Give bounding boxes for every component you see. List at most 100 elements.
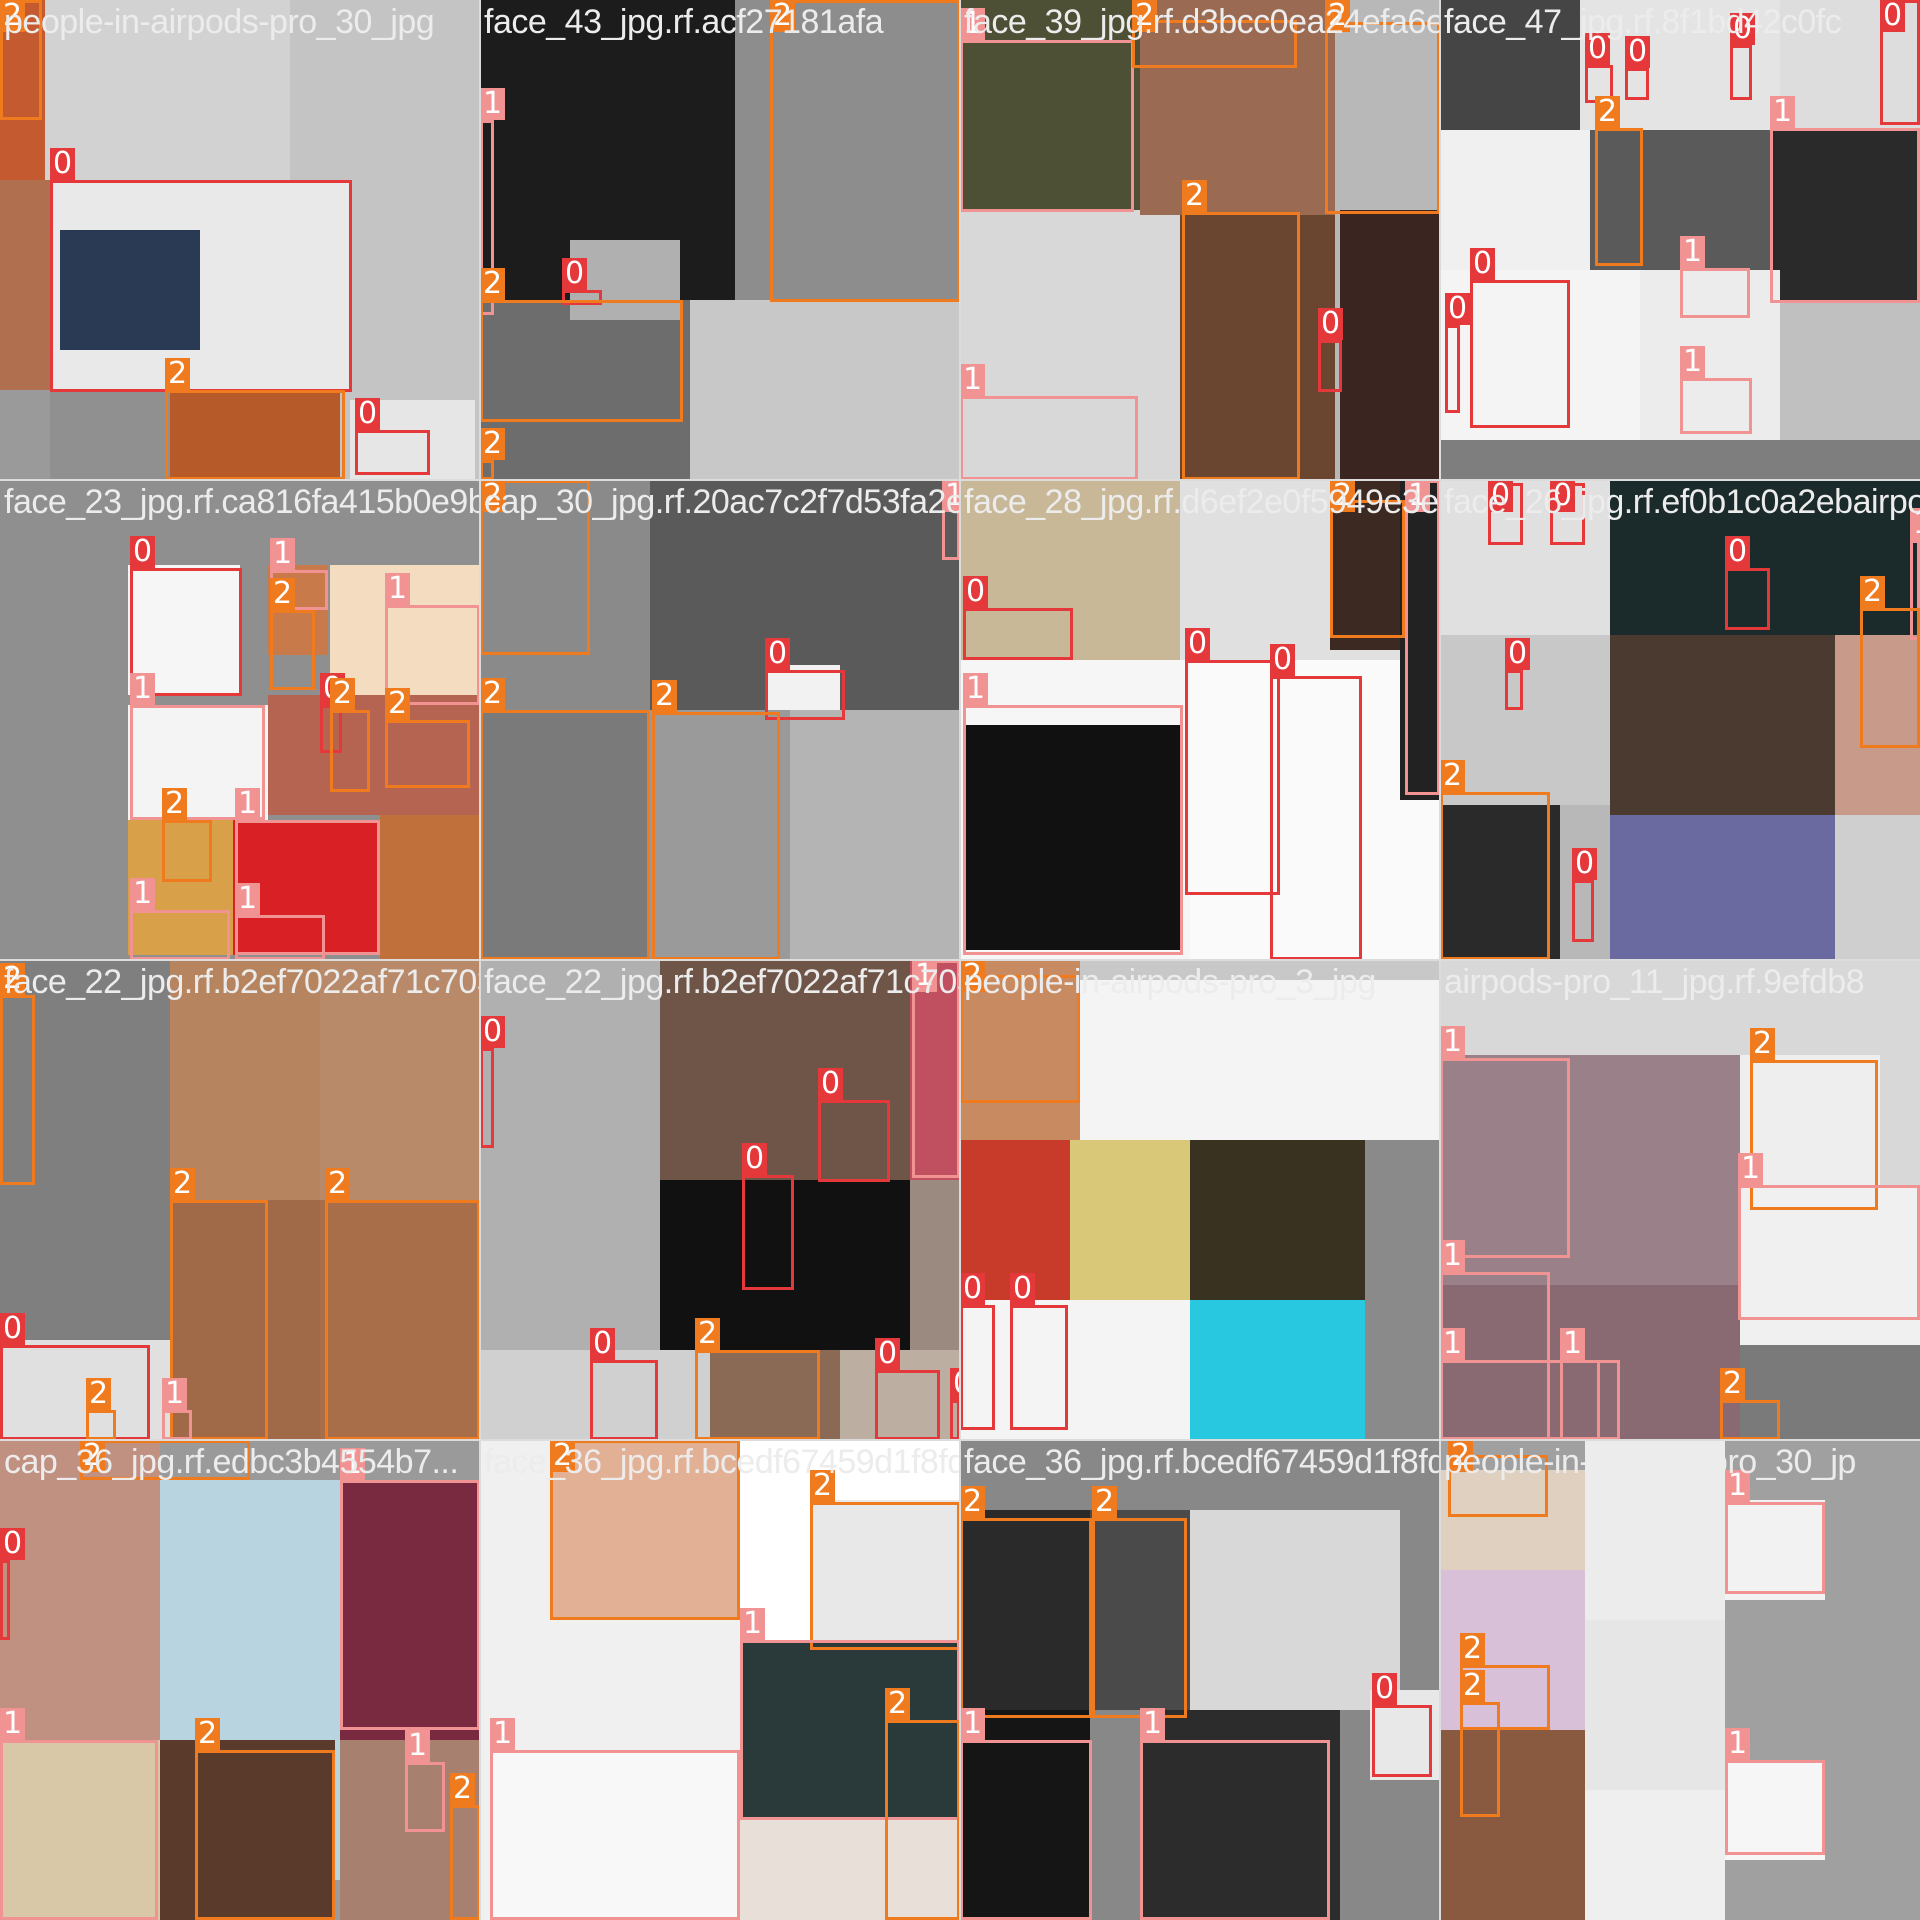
tile-filename: people-in-airpods-pro_30_jpg	[4, 3, 435, 41]
class-label: 2	[1440, 760, 1466, 792]
mosaic-tile: 22112face_36_jpg.rf.bcedf67459d1f8fd24_j…	[480, 1440, 960, 1920]
class-label: 1	[963, 673, 989, 705]
class-label: 0	[1372, 1673, 1398, 1705]
bounding-box	[480, 300, 683, 422]
class-label: 1	[270, 538, 296, 570]
image-patch	[1070, 1140, 1190, 1300]
image-patch	[1585, 1620, 1725, 1790]
bounding-box	[963, 608, 1073, 660]
image-patch	[1440, 130, 1590, 270]
bounding-box	[235, 915, 325, 960]
class-label: 1	[740, 1608, 766, 1640]
class-label: 1	[162, 1378, 188, 1410]
bounding-box	[960, 1518, 1092, 1718]
class-label: 2	[1720, 1368, 1746, 1400]
mosaic-tile: 2 1 0 1 2 1 2 cap_36_jpg.rf.edbc3b4554b7...	[0, 1440, 480, 1920]
image-patch	[1190, 1510, 1400, 1710]
class-label: 2	[960, 1486, 986, 1518]
bounding-box	[1270, 676, 1362, 960]
tile-filename: people-in-airpods-pro_30_jp	[1444, 1443, 1856, 1481]
tile-filename: face_22_jpg.rf.b2ef7022af71c7039b1c8373d…	[4, 963, 480, 1001]
bounding-box	[1185, 660, 1280, 895]
tile-filename: face_28_jpg.rf.d6ef2e0f5949e3e8fa	[964, 483, 1440, 521]
class-label: 1	[130, 878, 156, 910]
bounding-box	[405, 1762, 445, 1832]
class-label: 2	[385, 688, 411, 720]
tile-filename: face_22_jpg.rf.b2ef7022af71c7039b1c8373d…	[484, 963, 960, 1001]
class-label: 1	[1725, 1728, 1751, 1760]
bounding-box	[818, 1100, 890, 1182]
class-label: 0	[1572, 848, 1598, 880]
mosaic-tile: 1 0 2 2 2 face_43_jpg.rf.acf27181afa	[480, 0, 960, 480]
tile-filename: cap_36_jpg.rf.edbc3b4554b7...	[4, 1443, 459, 1481]
image-patch	[1780, 300, 1920, 440]
class-label: 2	[652, 680, 678, 712]
bounding-box	[960, 1740, 1092, 1920]
class-label: 1	[405, 1730, 431, 1762]
bounding-box	[1725, 568, 1770, 630]
bounding-box	[1595, 128, 1643, 266]
image-patch	[1340, 210, 1440, 480]
bounding-box	[810, 1502, 960, 1650]
bounding-box	[1680, 378, 1752, 434]
bounding-box	[1725, 1760, 1825, 1855]
tile-divider	[0, 1439, 1920, 1441]
bounding-box	[0, 1740, 158, 1920]
image-patch	[1190, 1140, 1365, 1300]
image-patch	[380, 815, 480, 960]
class-label: 0	[590, 1328, 616, 1360]
bounding-box	[1010, 1305, 1068, 1430]
image-patch	[1610, 635, 1835, 815]
class-label: 2	[1460, 1633, 1486, 1665]
image-patch	[0, 180, 50, 390]
class-label: 0	[818, 1068, 844, 1100]
class-label: 0	[1880, 0, 1906, 32]
bounding-box	[340, 1480, 480, 1730]
bounding-box	[162, 1410, 192, 1440]
bounding-box	[770, 0, 960, 302]
mosaic-tile: 0 0 0 0 2 1 1 0 0 1 face_47_jpg.rf.8f1bd42c0fc	[1440, 0, 1920, 480]
bounding-box	[1725, 1502, 1825, 1594]
bounding-box	[1572, 880, 1594, 942]
class-label: 0	[1010, 1273, 1036, 1305]
class-label: 1	[385, 573, 411, 605]
class-label: 0	[0, 1313, 26, 1345]
bounding-box	[1560, 1360, 1600, 1440]
image-patch	[690, 300, 960, 480]
class-label: 2	[480, 678, 506, 710]
bounding-box	[742, 1175, 794, 1290]
tile-filename: people-in-airpods-pro_3_jpg	[964, 963, 1376, 1001]
class-label: 1	[1738, 1153, 1764, 1185]
bounding-box	[1720, 1400, 1780, 1440]
class-label: 1	[235, 788, 261, 820]
image-patch	[1835, 815, 1920, 960]
class-label: 2	[1460, 1670, 1486, 1702]
class-label: 2	[1750, 1028, 1776, 1060]
bounding-box	[1738, 1185, 1920, 1320]
bounding-box	[0, 1345, 150, 1440]
class-label: 2	[325, 1168, 351, 1200]
bounding-box	[325, 1200, 480, 1440]
class-label: 0	[960, 1273, 986, 1305]
bounding-box	[86, 1410, 116, 1440]
mosaic-tile: 012110222111face_23_jpg.rf.ca816fa415b0e…	[0, 480, 480, 960]
class-label: 0	[50, 148, 76, 180]
class-label: 0	[1725, 536, 1751, 568]
mosaic-tile: 0 2 1 1 0 0 face_28_jpg.rf.d6ef2e0f5949e3e8fa	[960, 480, 1440, 960]
bounding-box	[875, 1370, 940, 1440]
class-label: 2	[270, 578, 296, 610]
mosaic-tile: 00012020face_26_jpg.rf.ef0b1c0a2ebairpod…	[1440, 480, 1920, 960]
tile-divider	[1439, 0, 1441, 1920]
bounding-box	[1680, 268, 1750, 318]
bounding-box	[330, 710, 370, 792]
class-label: 1	[0, 1708, 26, 1740]
class-label: 2	[1092, 1486, 1118, 1518]
class-label: 0	[875, 1338, 901, 1370]
mosaic-tile: 222021face_22_jpg.rf.b2ef7022af71c7039b1…	[0, 960, 480, 1440]
tile-filename: face_26_jpg.rf.ef0b1c0a2ebairpods-pro_24…	[1444, 483, 1920, 521]
bounding-box	[480, 710, 650, 960]
class-label: 2	[695, 1318, 721, 1350]
image-patch	[790, 710, 960, 960]
tile-divider	[0, 959, 1920, 961]
bounding-box	[0, 1560, 10, 1640]
